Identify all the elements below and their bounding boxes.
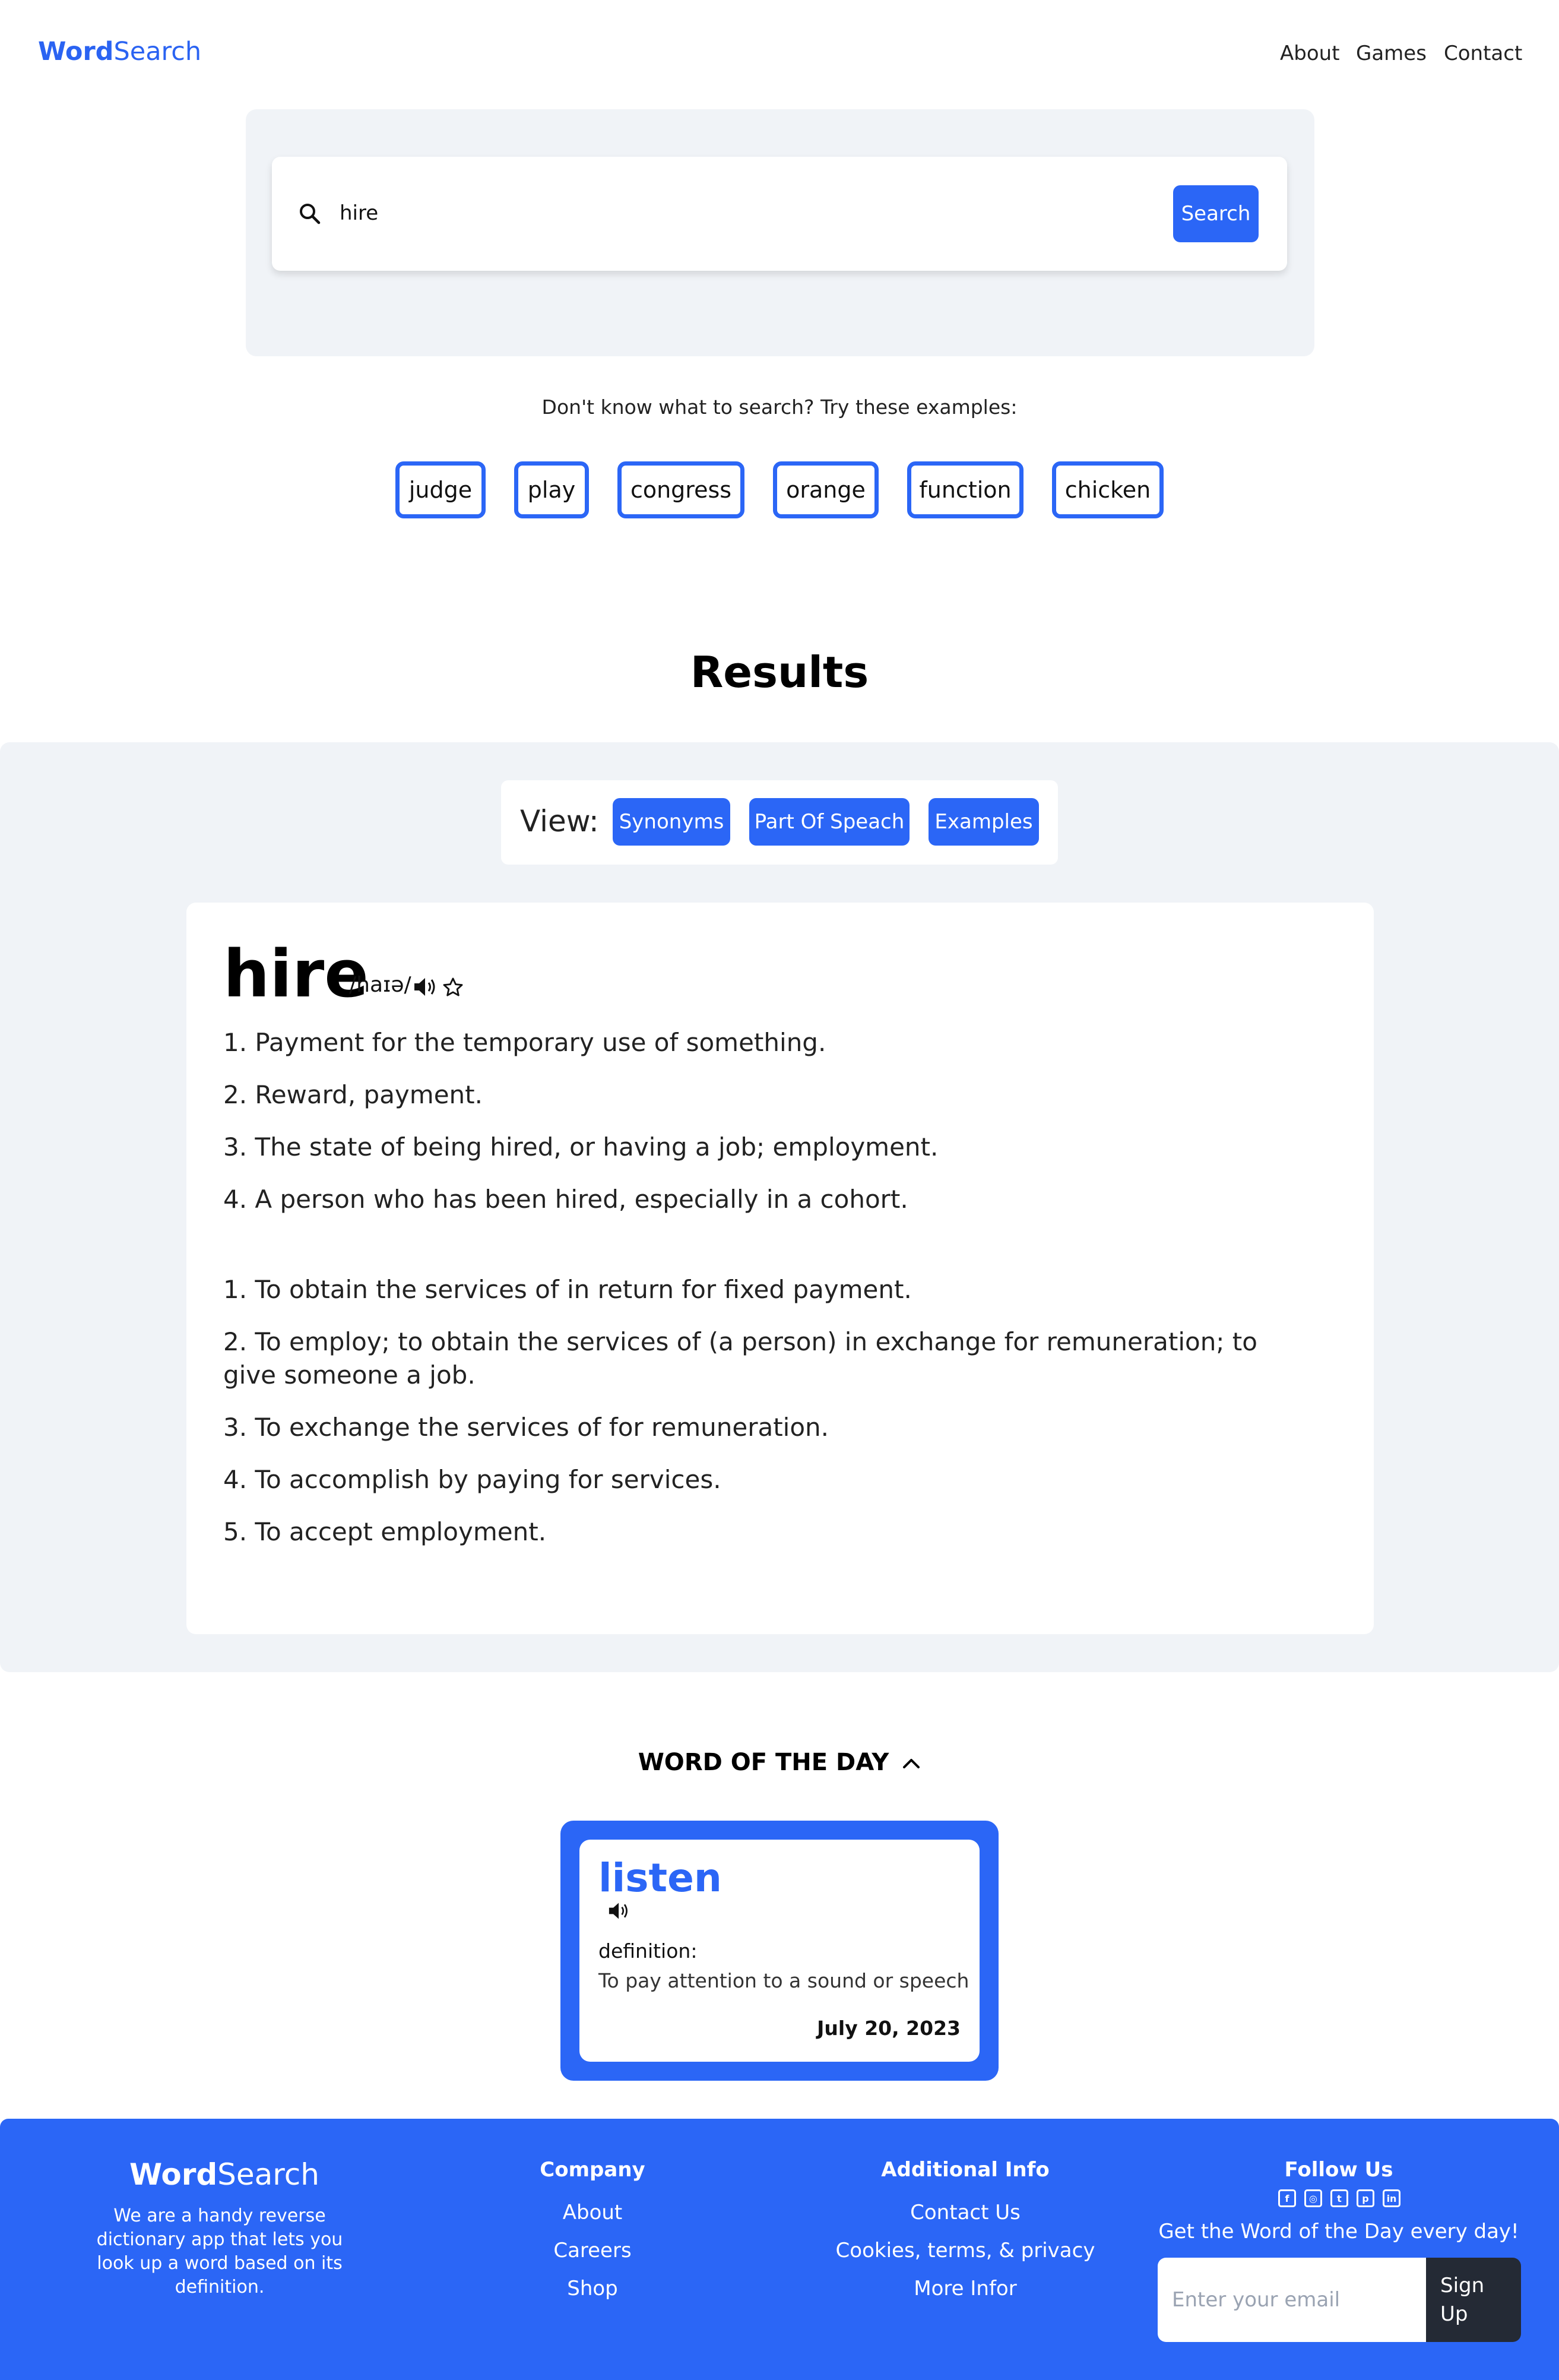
brand-rest: Search [113,37,202,67]
view-label: View: [520,804,599,838]
pinterest-icon[interactable]: p [1357,2189,1374,2207]
footer-link-careers[interactable]: Careers [503,2239,682,2262]
example-chip-orange[interactable]: orange [773,461,879,518]
footer-link-shop[interactable]: Shop [503,2277,682,2300]
examples-hint: Don't know what to search? Try these exa… [541,395,1018,419]
nav-about[interactable]: About [1280,42,1340,65]
noun-definition-4: 4. A person who has been hired, especial… [223,1185,908,1214]
example-chip-chicken[interactable]: chicken [1052,461,1164,518]
verb-definition-5: 5. To accept employment. [223,1517,547,1546]
noun-definition-2: 2. Reward, payment. [223,1080,483,1109]
wotd-date: July 20, 2023 [817,2017,961,2040]
wotd-toggle[interactable]: WORD OF THE DAY [0,1749,1559,1776]
example-chip-congress[interactable]: congress [617,461,744,518]
search-button[interactable]: Search [1173,185,1259,242]
view-examples-button[interactable]: Examples [929,798,1039,846]
wotd-definition-label: definition: [598,1939,698,1963]
search-input[interactable] [338,196,1142,230]
example-chip-play[interactable]: play [514,461,589,518]
result-word: hire [223,936,369,1012]
footer-link-about[interactable]: About [503,2201,682,2224]
footer-tagline: Get the Word of the Day every day! [1158,2220,1519,2243]
wotd-word: listen [598,1855,722,1901]
view-synonyms-button[interactable]: Synonyms [613,798,730,846]
nav-contact[interactable]: Contact [1444,42,1522,65]
search-icon [300,204,321,224]
speaker-icon[interactable] [412,975,439,999]
results-title: Results [690,647,869,697]
footer-follow-heading: Follow Us [1284,2158,1393,2182]
phonetic: /haɪə/ [349,973,411,997]
twitter-icon[interactable]: t [1330,2189,1348,2207]
footer-info-heading: Additional Info [881,2158,1050,2182]
view-part-of-speech-button[interactable]: Part Of Speach [749,798,910,846]
brand-bold: Word [38,37,114,67]
example-chip-judge[interactable]: judge [395,461,486,518]
footer-link-more-info[interactable]: More Infor [817,2277,1114,2300]
email-field[interactable] [1158,2258,1426,2342]
footer-link-cookies-terms-privacy[interactable]: Cookies, terms, & privacy [817,2239,1114,2262]
footer-brand: WordSearch [129,2157,319,2192]
noun-definition-1: 1. Payment for the temporary use of some… [223,1028,826,1057]
verb-definition-4: 4. To accomplish by paying for services. [223,1465,721,1494]
nav-games[interactable]: Games [1356,42,1427,65]
verb-definition-1: 1. To obtain the services of in return f… [223,1275,912,1304]
wotd-speaker-icon[interactable] [606,1900,633,1922]
wotd-title: WORD OF THE DAY [638,1749,889,1776]
verb-definition-2: 2. To employ; to obtain the services of … [223,1327,1257,1390]
noun-definition-3: 3. The state of being hired, or having a… [223,1132,939,1161]
signup-button[interactable]: Sign Up [1426,2258,1521,2342]
instagram-icon[interactable]: ◎ [1304,2189,1322,2207]
footer-about: We are a handy reverse dictionary app th… [96,2205,343,2297]
footer-company-heading: Company [540,2158,645,2182]
star-icon[interactable] [442,976,464,999]
chevron-up-icon [903,1759,920,1768]
wotd-definition: To pay attention to a sound or speech [598,1969,969,1992]
example-chip-function[interactable]: function [907,461,1024,518]
brand-logo[interactable]: WordSearch [38,37,201,67]
linkedin-icon[interactable]: in [1383,2189,1400,2207]
verb-definition-3: 3. To exchange the services of for remun… [223,1413,829,1442]
facebook-icon[interactable]: f [1278,2189,1296,2207]
footer-brand-rest: Search [217,2157,319,2192]
footer-brand-bold: Word [129,2157,218,2192]
footer-link-contact-us[interactable]: Contact Us [817,2201,1114,2224]
